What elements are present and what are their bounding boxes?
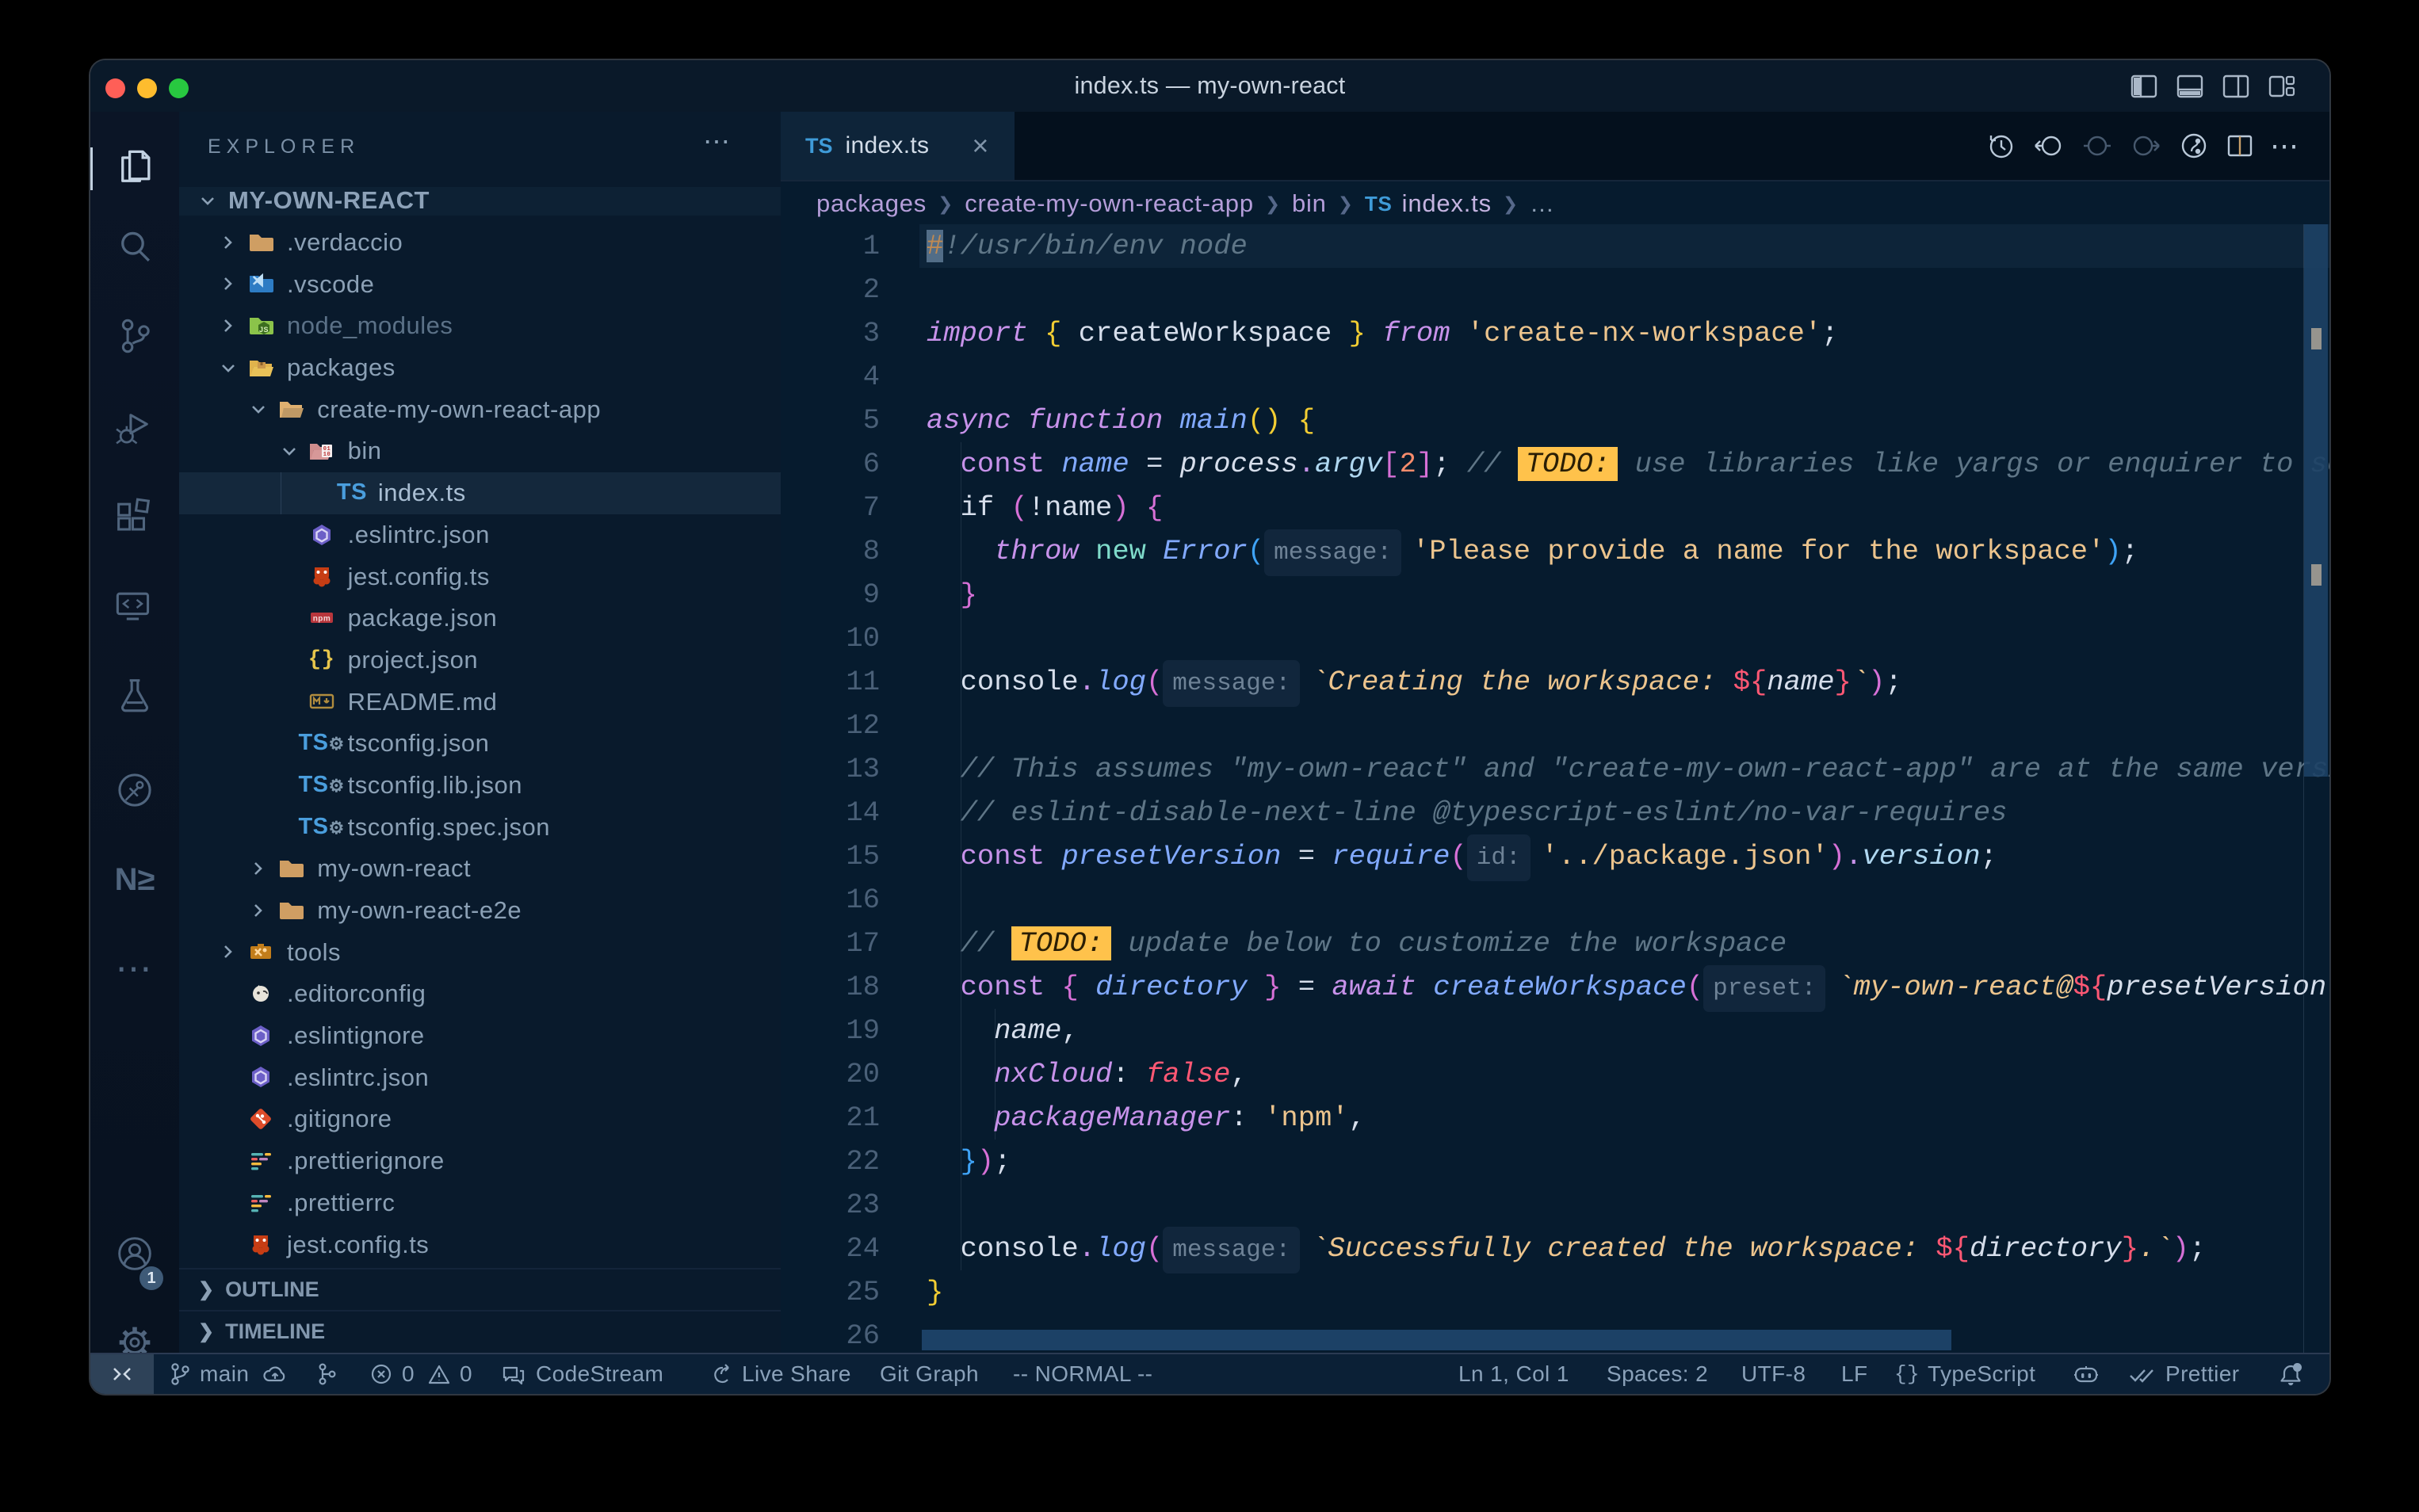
svg-text:10: 10 [323,452,330,458]
svg-text:npm: npm [312,614,331,623]
svg-text:JS: JS [259,326,269,334]
